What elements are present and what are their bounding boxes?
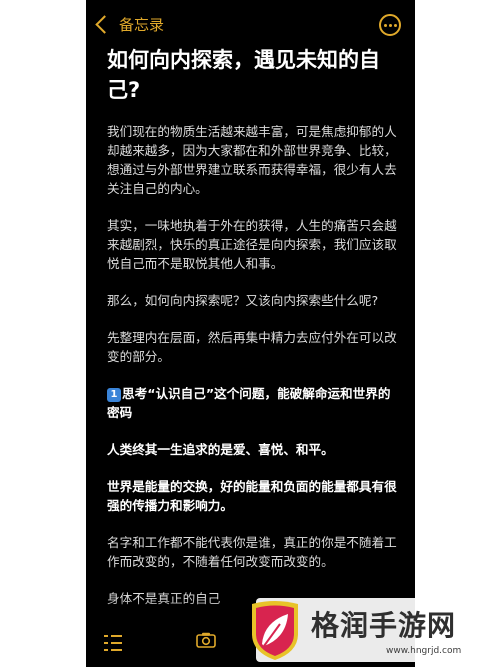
checklist-icon[interactable] [104, 634, 122, 652]
paragraph-1: 我们现在的物质生活越来越丰富，可是焦虑抑郁的人却越来越多，因为大家都在和外部世界… [107, 124, 397, 196]
back-label: 备忘录 [119, 15, 165, 34]
watermark-text: 格润手游网 [311, 609, 457, 642]
paragraph-4: 先整理内在层面，然后再集中精力去应付外在可以改变的部分。 [107, 330, 397, 364]
site-watermark: 格润手游网 www.hngrjd.com [228, 590, 500, 667]
camera-icon[interactable] [196, 632, 216, 648]
paragraph-5-text: 思考“认识自己”这个问题，能破解命运和世界的密码 [107, 386, 391, 420]
ellipsis-dot [393, 23, 397, 27]
paragraph-7: 世界是能量的交换，好的能量和负面的能量都具有很强的传播力和影响力。 [107, 479, 397, 513]
paragraph-8: 名字和工作都不能代表你是谁，真正的你是不随着工作而改变的，不随着任何改变而改变的… [107, 535, 397, 569]
note-title[interactable]: 如何向内探索，遇见未知的自己? [107, 45, 399, 105]
chevron-left-icon [95, 14, 114, 34]
leaf-logo-icon [252, 601, 298, 660]
paragraph-5: 1 思考“认识自己”这个问题，能破解命运和世界的密码 [107, 384, 399, 422]
paragraph-6: 人类终其一生追求的是爱、喜悦、和平。 [107, 442, 334, 457]
ellipsis-circle-icon [383, 23, 387, 27]
note-body[interactable]: 我们现在的物质生活越来越丰富，可是焦虑抑郁的人却越来越多，因为大家都在和外部世界… [107, 122, 399, 626]
ellipsis-dot [388, 23, 392, 27]
number-one-emoji: 1 [107, 388, 121, 402]
more-button[interactable] [379, 14, 401, 36]
paragraph-3: 那么，如何向内探索呢？又该向内探索些什么呢? [107, 293, 379, 308]
paragraph-2: 其实，一味地执着于外在的获得，人生的痛苦只会越来越剧烈，快乐的真正途径是向内探索… [107, 218, 397, 271]
notes-screen: 备忘录 如何向内探索，遇见未知的自己? 我们现在的物质生活越来越丰富，可是焦虑抑… [86, 0, 415, 667]
watermark-url: www.hngrjd.com [386, 646, 462, 656]
back-button[interactable]: 备忘录 [94, 12, 164, 36]
navigation-bar: 备忘录 [86, 10, 415, 38]
